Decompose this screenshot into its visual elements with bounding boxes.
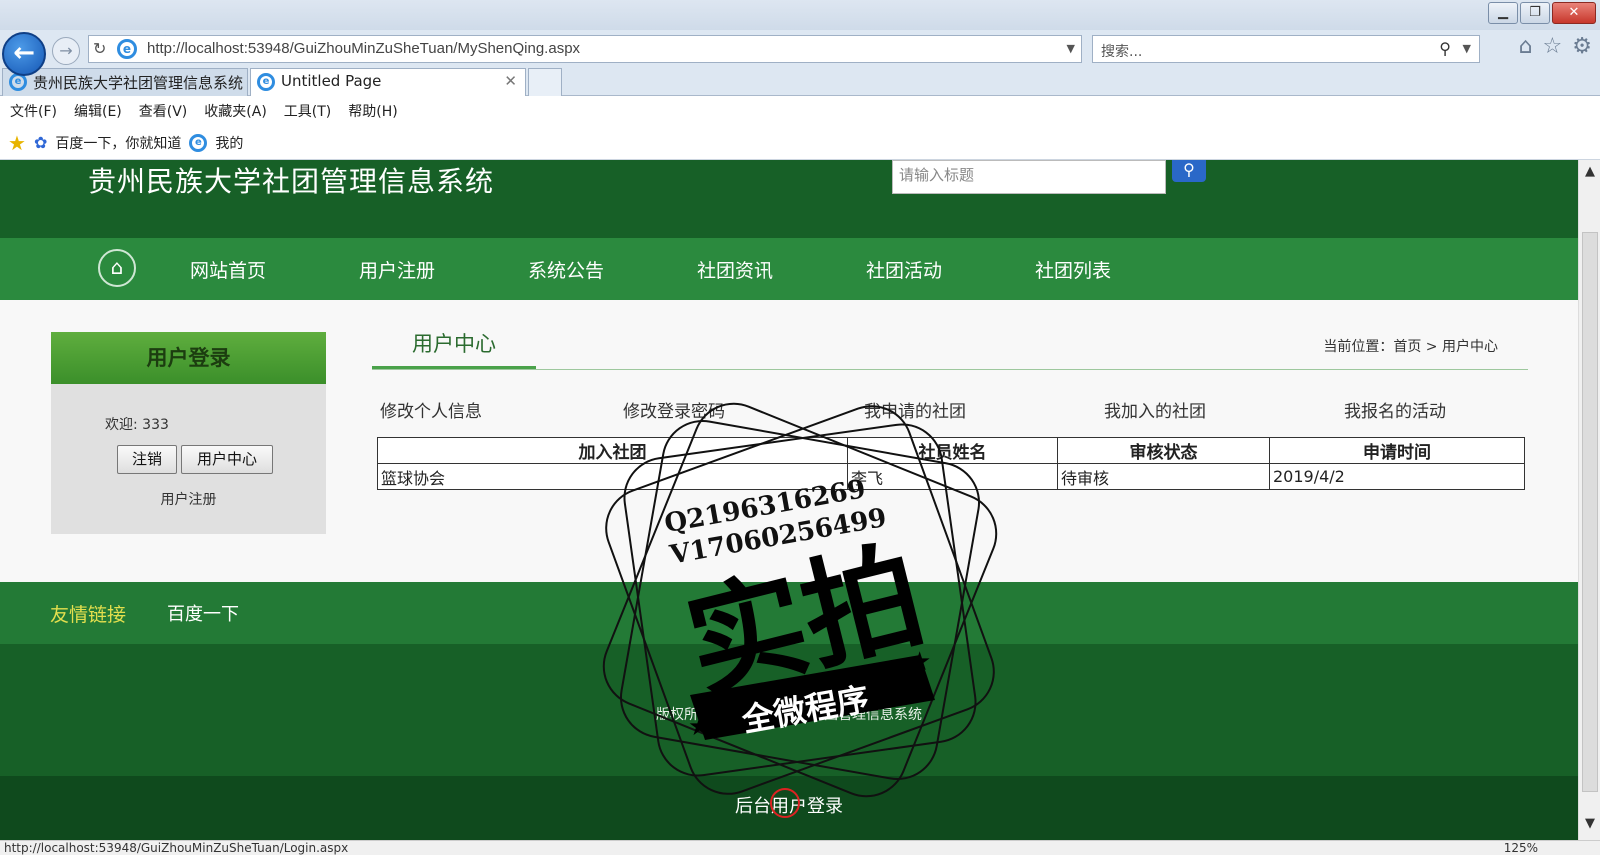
cell-club: 篮球协会 bbox=[377, 463, 848, 490]
site-search-button[interactable]: ⚲ bbox=[1172, 160, 1206, 182]
site-title: 贵州民族大学社团管理信息系统 bbox=[88, 165, 495, 198]
menu-bar: 文件(F) 编辑(E) 查看(V) 收藏夹(A) 工具(T) 帮助(H) bbox=[0, 96, 1600, 126]
login-heading: 用户登录 bbox=[51, 332, 326, 384]
menu-favorites[interactable]: 收藏夹(A) bbox=[204, 101, 267, 121]
favorites-star-icon[interactable]: ☆ bbox=[1543, 34, 1563, 59]
address-row: ← → ↻ e http://localhost:53948/GuiZhouMi… bbox=[0, 30, 1600, 76]
zoom-level[interactable]: 125% bbox=[1504, 841, 1538, 855]
menu-tools[interactable]: 工具(T) bbox=[284, 101, 331, 121]
tab-site[interactable]: e 贵州民族大学社团管理信息系统 bbox=[2, 68, 248, 96]
breadcrumb: 当前位置：首页 > 用户中心 bbox=[1323, 339, 1498, 355]
restore-button[interactable]: ❐ bbox=[1520, 2, 1550, 24]
menu-help[interactable]: 帮助(H) bbox=[348, 101, 397, 121]
search-icon: ⚲ bbox=[1183, 160, 1195, 179]
table-row: 篮球协会 李飞 待审核 2019/4/2 bbox=[377, 463, 1525, 490]
menu-edit[interactable]: 编辑(E) bbox=[74, 101, 122, 121]
link-edit-profile[interactable]: 修改个人信息 bbox=[380, 397, 482, 422]
ie-page-icon: e bbox=[117, 39, 137, 59]
favorite-baidu[interactable]: 百度一下，你就知道 bbox=[55, 133, 181, 153]
tab-row: e 贵州民族大学社团管理信息系统 e Untitled Page ✕ bbox=[0, 66, 1600, 96]
favorites-star-icon[interactable]: ★ bbox=[8, 131, 26, 155]
col-header-apply-time: 申请时间 bbox=[1269, 437, 1525, 464]
forward-button[interactable]: → bbox=[52, 37, 80, 65]
back-button[interactable]: ← bbox=[2, 32, 46, 76]
friend-link-baidu[interactable]: 百度一下 bbox=[167, 600, 239, 626]
browser-search-input[interactable]: 搜索... ⚲ ▼ bbox=[1092, 35, 1480, 63]
cell-apply-time: 2019/4/2 bbox=[1269, 463, 1525, 490]
nav-activities[interactable]: 社团活动 bbox=[866, 256, 942, 283]
favorites-bar: ★ ✿ 百度一下，你就知道 e 我的 bbox=[0, 126, 1600, 160]
tab-user-center[interactable]: 用户中心 bbox=[372, 328, 536, 369]
page-scrollbar[interactable]: ▲ ▼ bbox=[1578, 160, 1600, 840]
col-header-member-name: 社员姓名 bbox=[847, 437, 1058, 464]
search-icon[interactable]: ⚲ bbox=[1439, 39, 1451, 58]
scroll-thumb[interactable] bbox=[1582, 232, 1598, 792]
address-bar[interactable]: ↻ e http://localhost:53948/GuiZhouMinZuS… bbox=[88, 35, 1082, 63]
divider bbox=[372, 369, 1528, 370]
baidu-paw-icon: ✿ bbox=[33, 133, 48, 152]
link-my-activities[interactable]: 我报名的活动 bbox=[1344, 397, 1446, 422]
table-header-row: 加入社团 社员姓名 审核状态 申请时间 bbox=[377, 437, 1525, 464]
copyright-text: 版权所有：贵州民族大学社团管理信息系统 bbox=[656, 707, 922, 723]
cursor-highlight bbox=[770, 788, 800, 818]
link-my-applications[interactable]: 我申请的社团 bbox=[864, 397, 966, 422]
nav-home[interactable]: 网站首页 bbox=[190, 256, 266, 283]
new-tab-button[interactable] bbox=[528, 68, 562, 96]
friend-links-label: 友情链接 bbox=[50, 604, 127, 626]
menu-view[interactable]: 查看(V) bbox=[139, 101, 188, 121]
close-window-button[interactable]: ✕ bbox=[1552, 2, 1596, 24]
login-panel: 用户登录 欢迎: 333 注销 用户中心 用户注册 bbox=[51, 332, 326, 534]
tab-label: Untitled Page bbox=[281, 72, 382, 90]
site-header: 贵州民族大学社团管理信息系统 请输入标题 ⚲ bbox=[0, 160, 1578, 238]
admin-bar: 后台用户登录 bbox=[0, 776, 1578, 840]
close-tab-icon[interactable]: ✕ bbox=[504, 72, 517, 90]
ie-tab-icon: e bbox=[257, 73, 275, 91]
search-dropdown-icon[interactable]: ▼ bbox=[1463, 42, 1471, 55]
main-content: 用户登录 欢迎: 333 注销 用户中心 用户注册 用户中心 当前位置：首页 >… bbox=[0, 300, 1578, 582]
tab-label: 贵州民族大学社团管理信息系统 bbox=[33, 74, 244, 92]
window-titlebar: ▁ ❐ ✕ bbox=[0, 0, 1600, 30]
user-center-button[interactable]: 用户中心 bbox=[181, 445, 273, 474]
home-icon[interactable]: ⌂ bbox=[98, 249, 136, 287]
col-header-club: 加入社团 bbox=[377, 437, 848, 464]
friend-links-bar: 友情链接 百度一下 bbox=[0, 582, 1578, 644]
ie-fav-icon: e bbox=[189, 133, 208, 152]
favorite-mine[interactable]: 我的 bbox=[215, 133, 243, 153]
gear-icon[interactable]: ⚙ bbox=[1572, 34, 1592, 59]
welcome-text: 欢迎: 333 bbox=[105, 417, 169, 433]
page-viewport: 贵州民族大学社团管理信息系统 请输入标题 ⚲ ⌂ 网站首页 用户注册 系统公告 … bbox=[0, 160, 1578, 840]
link-change-password[interactable]: 修改登录密码 bbox=[623, 397, 725, 422]
window-controls: ▁ ❐ ✕ bbox=[1488, 2, 1596, 24]
applications-table: 加入社团 社员姓名 审核状态 申请时间 篮球协会 李飞 待审核 2019/4/2 bbox=[377, 437, 1525, 490]
status-bar: http://localhost:53948/GuiZhouMinZuSheTu… bbox=[0, 840, 1600, 855]
cell-member-name: 李飞 bbox=[847, 463, 1058, 490]
logout-button[interactable]: 注销 bbox=[117, 445, 177, 474]
minimize-button[interactable]: ▁ bbox=[1488, 2, 1518, 24]
address-dropdown-icon[interactable]: ▼ bbox=[1067, 42, 1075, 55]
browser-toolbar-icons: ⌂ ☆ ⚙ bbox=[1519, 34, 1592, 59]
url-text[interactable]: http://localhost:53948/GuiZhouMinZuSheTu… bbox=[147, 40, 580, 57]
nav-notice[interactable]: 系统公告 bbox=[528, 256, 604, 283]
user-center-links: 修改个人信息 修改登录密码 我申请的社团 我加入的社团 我报名的活动 bbox=[380, 397, 1530, 422]
scroll-down-icon[interactable]: ▼ bbox=[1579, 816, 1600, 836]
col-header-status: 审核状态 bbox=[1057, 437, 1270, 464]
site-search-input[interactable]: 请输入标题 bbox=[892, 160, 1166, 194]
nav-register[interactable]: 用户注册 bbox=[359, 256, 435, 283]
site-navbar: ⌂ 网站首页 用户注册 系统公告 社团资讯 社团活动 社团列表 bbox=[0, 238, 1578, 300]
cell-status: 待审核 bbox=[1057, 463, 1270, 490]
nav-club-list[interactable]: 社团列表 bbox=[1035, 256, 1111, 283]
scroll-up-icon[interactable]: ▲ bbox=[1579, 164, 1600, 184]
home-icon[interactable]: ⌂ bbox=[1519, 34, 1533, 59]
tab-untitled[interactable]: e Untitled Page ✕ bbox=[250, 68, 526, 96]
menu-file[interactable]: 文件(F) bbox=[10, 101, 57, 121]
nav-news[interactable]: 社团资讯 bbox=[697, 256, 773, 283]
link-my-clubs[interactable]: 我加入的社团 bbox=[1104, 397, 1206, 422]
status-url: http://localhost:53948/GuiZhouMinZuSheTu… bbox=[4, 841, 349, 855]
browser-search-placeholder: 搜索... bbox=[1101, 44, 1143, 60]
refresh-icon[interactable]: ↻ bbox=[93, 39, 106, 58]
site-footer: 版权所有：贵州民族大学社团管理信息系统 bbox=[0, 644, 1578, 776]
register-link[interactable]: 用户注册 bbox=[51, 489, 326, 509]
